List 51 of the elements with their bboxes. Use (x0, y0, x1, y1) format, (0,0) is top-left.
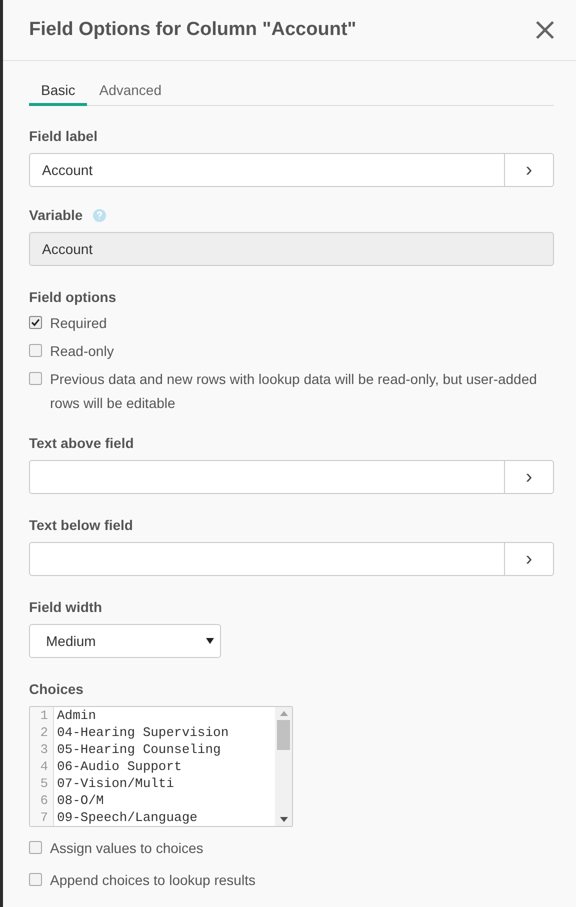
field-label: Choices (29, 680, 84, 699)
checkbox-label: Assign values to choices (50, 839, 204, 858)
field-label: Field options (29, 289, 116, 305)
checkbox[interactable] (29, 841, 42, 854)
checkmark-icon (31, 318, 40, 327)
field-label: Text above field (29, 434, 134, 453)
expand-button[interactable]: › (504, 461, 553, 493)
width-dropdown[interactable]: Medium (29, 624, 221, 658)
text-field[interactable]: › (29, 460, 554, 494)
dropdown-arrow-icon (206, 638, 214, 644)
checkbox[interactable] (29, 372, 42, 385)
choice-line: 08-O/M (56, 792, 104, 809)
close-button[interactable] (534, 19, 556, 41)
text-field[interactable]: Account › (29, 153, 554, 187)
expand-button[interactable]: › (504, 154, 553, 186)
checkbox[interactable] (29, 316, 42, 329)
scroll-down-icon[interactable] (280, 817, 288, 822)
text-field[interactable]: › (29, 542, 554, 576)
line-number: 1 (30, 707, 54, 724)
choice-line: 07-Vision/Multi (56, 775, 174, 792)
checkbox[interactable] (29, 873, 42, 886)
line-number: 6 (30, 792, 54, 809)
line-number: 4 (30, 758, 54, 775)
scroll-up-icon[interactable] (280, 711, 288, 716)
line-number: 2 (30, 724, 54, 741)
checkbox-label: Previous data and new rows with lookup data will be read-only, but user-added rows will be editable (50, 370, 538, 413)
dialog-title: Field Options for Column "Account" (29, 18, 356, 42)
choice-line: 06-Audio Support (56, 758, 182, 775)
choice-line: 05-Hearing Counseling (56, 741, 221, 758)
expand-button[interactable]: › (504, 543, 553, 575)
field-label: Field width (29, 598, 102, 617)
checkbox-label: Read-only (50, 342, 114, 361)
choice-line: Admin (56, 707, 96, 724)
scrollbar[interactable] (275, 707, 292, 826)
tab[interactable]: Advanced (87, 78, 174, 106)
line-number: 3 (30, 741, 54, 758)
line-number: 7 (30, 809, 54, 826)
field-label: Variable (29, 206, 83, 225)
checkbox[interactable] (29, 344, 42, 357)
checkbox-label: Append choices to lookup results (50, 871, 256, 890)
choice-line: 09-Speech/Language (56, 809, 198, 826)
line-number: 5 (30, 775, 54, 792)
choice-line: 04-Hearing Supervision (56, 724, 229, 741)
tab[interactable]: Basic (29, 78, 88, 106)
close-icon (534, 19, 556, 41)
choices-editor[interactable]: 1 Admin 2 04-Hearing Supervision 3 05-Hearing Counseling 4 06-Audio Support 5 07-Vision/Multi 6 08-O/M 7 09-Speech/Language (29, 706, 293, 827)
field-label: Field label (29, 127, 98, 146)
help-icon[interactable] (92, 209, 106, 222)
scrollbar-thumb[interactable] (277, 720, 290, 750)
field-label: Text below field (29, 516, 133, 535)
checkbox-label: Required (50, 314, 107, 333)
